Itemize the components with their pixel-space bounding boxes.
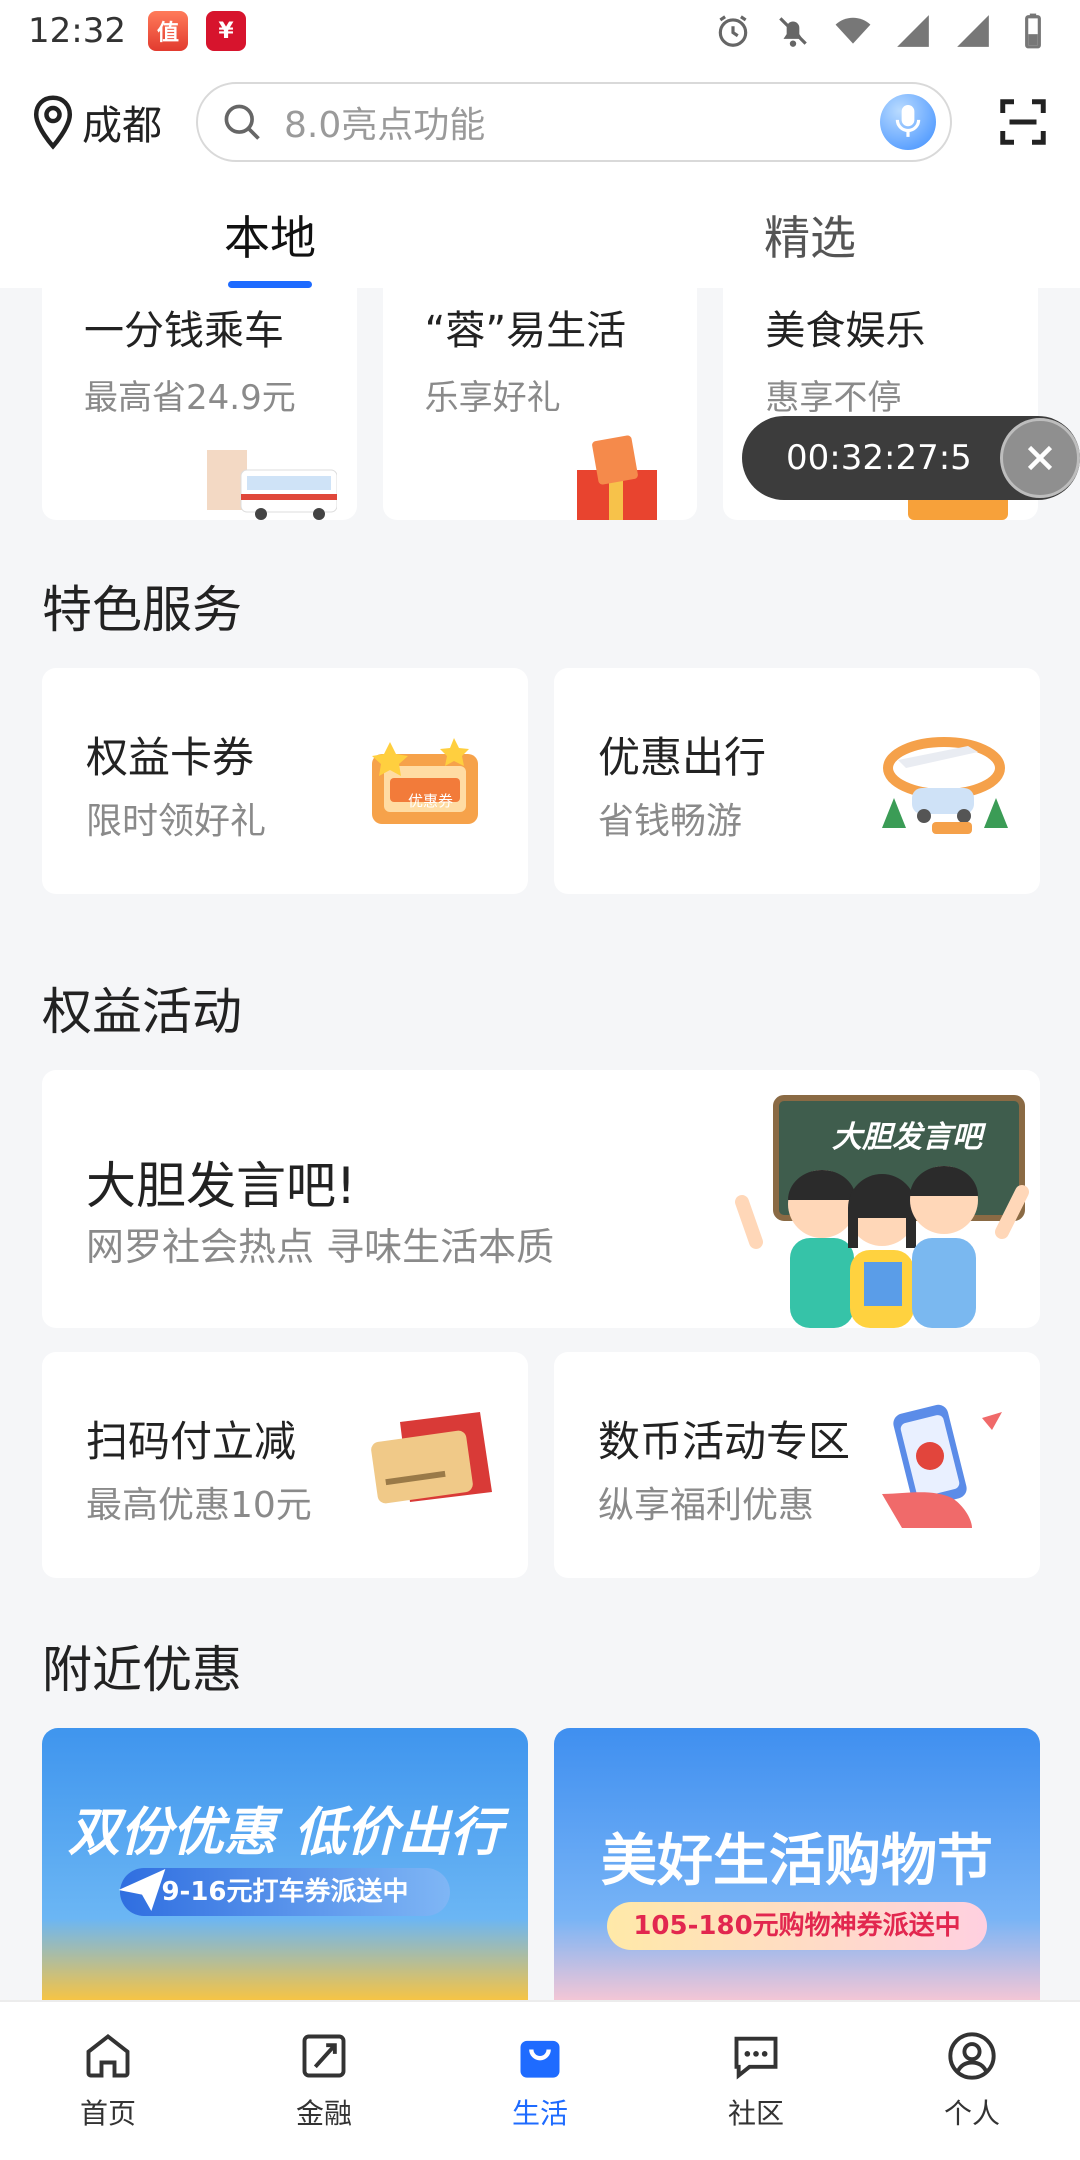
- banner-pill: 105-180元购物神券派送中: [607, 1902, 987, 1950]
- service-card-subtitle: 限时领好礼: [86, 801, 267, 842]
- activity-feature-card[interactable]: 大胆发言吧! 网罗社会热点 寻味生活本质 大胆发言吧: [42, 1070, 1040, 1328]
- nav-personal-label: 个人: [943, 2097, 1000, 2130]
- travel-illustration: [882, 737, 1008, 834]
- shopping-bag-icon: [520, 2040, 560, 2078]
- microphone-icon: [895, 105, 921, 137]
- activity-card-subtitle: 纵享福利优惠: [598, 1485, 815, 1526]
- search-bar[interactable]: 8.0亮点功能: [196, 82, 952, 162]
- nav-personal[interactable]: 个人: [864, 2002, 1080, 2160]
- banner-title: 双份优惠 低价出行: [67, 1803, 503, 1863]
- activity-card-title: 扫码付立减: [86, 1417, 297, 1466]
- activity-feature-subtitle: 网罗社会热点 寻味生活本质: [86, 1225, 555, 1269]
- zhi-app-icon: 值: [147, 11, 188, 51]
- service-card-subtitle: 省钱畅游: [598, 801, 743, 842]
- chat-icon: [734, 2036, 778, 2080]
- voice-search-button[interactable]: [880, 94, 936, 150]
- top-card-ride[interactable]: 一分钱乘车 最高省24.9元: [42, 288, 357, 520]
- close-icon: [1027, 445, 1053, 471]
- activity-card-digital-currency[interactable]: 数币活动专区 纵享福利优惠: [554, 1352, 1040, 1578]
- user-icon: [948, 2032, 996, 2080]
- nav-community-label: 社区: [727, 2097, 784, 2130]
- nav-home-label: 首页: [79, 2097, 136, 2130]
- timer-close-button[interactable]: [1000, 418, 1080, 498]
- home-icon: [86, 2034, 130, 2078]
- nav-finance-label: 金融: [295, 2097, 352, 2130]
- top-card-subtitle: 惠享不停: [765, 378, 902, 418]
- service-card-travel[interactable]: 优惠出行 省钱畅游: [554, 668, 1040, 894]
- service-card-title: 权益卡券: [86, 733, 255, 782]
- nav-community[interactable]: 社区: [648, 2002, 864, 2160]
- tab-bar: 本地 精选: [0, 182, 1080, 288]
- nav-home[interactable]: 首页: [0, 2002, 216, 2160]
- search-placeholder: 8.0亮点功能: [284, 105, 486, 146]
- nearby-banner-travel[interactable]: 双份优惠 低价出行 9-16元打车券派送中: [42, 1728, 528, 2000]
- activity-card-title: 数币活动专区: [598, 1417, 851, 1466]
- search-icon: [224, 104, 260, 140]
- coupon-art-label: 优惠券: [408, 792, 454, 810]
- nearby-banner-shopping[interactable]: 美好生活购物节 105-180元购物神券派送中: [554, 1728, 1040, 2000]
- section-title-nearby: 附近优惠: [42, 1641, 242, 1699]
- alarm-icon: [718, 15, 748, 47]
- paper-plane-icon: [118, 1869, 166, 1911]
- bus-illustration: [206, 450, 337, 520]
- service-card-coupons[interactable]: 权益卡券 限时领好礼 优惠券: [42, 668, 528, 894]
- phone-hand-illustration: [882, 1404, 1002, 1528]
- top-card-subtitle: 乐享好礼: [424, 378, 561, 418]
- tab-local[interactable]: 本地: [0, 182, 540, 288]
- location-pin-icon: [33, 95, 73, 150]
- activity-card-subtitle: 最高优惠10元: [86, 1485, 312, 1526]
- status-bar: 12:32 值 ¥: [0, 0, 1080, 62]
- finance-icon: [302, 2034, 346, 2078]
- scan-icon[interactable]: [996, 95, 1050, 149]
- battery-icon: [1025, 13, 1041, 49]
- top-card-title: “蓉”易生活: [424, 308, 627, 354]
- countdown-timer: 00:32:27:5: [742, 416, 1080, 500]
- tab-featured-label: 精选: [764, 211, 856, 265]
- signal-icon: [897, 15, 929, 47]
- card-envelope-illustration: [371, 1412, 492, 1504]
- coupon-illustration: [372, 738, 478, 824]
- section-title-special-services: 特色服务: [42, 581, 242, 639]
- activity-feature-title: 大胆发言吧!: [86, 1157, 357, 1215]
- gift-box-illustration: [577, 435, 658, 520]
- status-icons: [714, 12, 1052, 50]
- section-title-benefit-activities: 权益活动: [42, 983, 242, 1041]
- tab-local-label: 本地: [224, 211, 316, 265]
- signal-2-icon: [957, 15, 989, 47]
- nav-life[interactable]: 生活: [432, 2002, 648, 2160]
- city-name: 成都: [82, 103, 162, 149]
- tab-featured[interactable]: 精选: [540, 182, 1080, 288]
- tab-active-indicator: [228, 281, 312, 288]
- header: 成都 8.0亮点功能: [0, 62, 1080, 182]
- top-card-subtitle: 最高省24.9元: [84, 378, 296, 418]
- banner-title: 美好生活购物节: [601, 1829, 993, 1894]
- nav-life-label: 生活: [511, 2097, 568, 2130]
- top-card-title: 一分钱乘车: [84, 308, 284, 354]
- chalkboard-label: 大胆发言吧: [832, 1120, 982, 1155]
- service-card-title: 优惠出行: [598, 733, 767, 782]
- bottom-nav: 首页 金融 生活 社区 个人: [0, 2000, 1080, 2160]
- city-selector[interactable]: 成都: [30, 93, 162, 151]
- top-card-title: 美食娱乐: [765, 308, 926, 354]
- top-card-life[interactable]: “蓉”易生活 乐享好礼: [382, 288, 698, 520]
- digital-rmb-app-icon: ¥: [205, 11, 246, 51]
- status-time: 12:32: [28, 11, 126, 51]
- mute-bell-icon: [779, 17, 807, 47]
- wifi-icon: [835, 17, 871, 44]
- nav-finance[interactable]: 金融: [216, 2002, 432, 2160]
- timer-text: 00:32:27:5: [786, 438, 972, 478]
- activity-card-scan-pay[interactable]: 扫码付立减 最高优惠10元: [42, 1352, 528, 1578]
